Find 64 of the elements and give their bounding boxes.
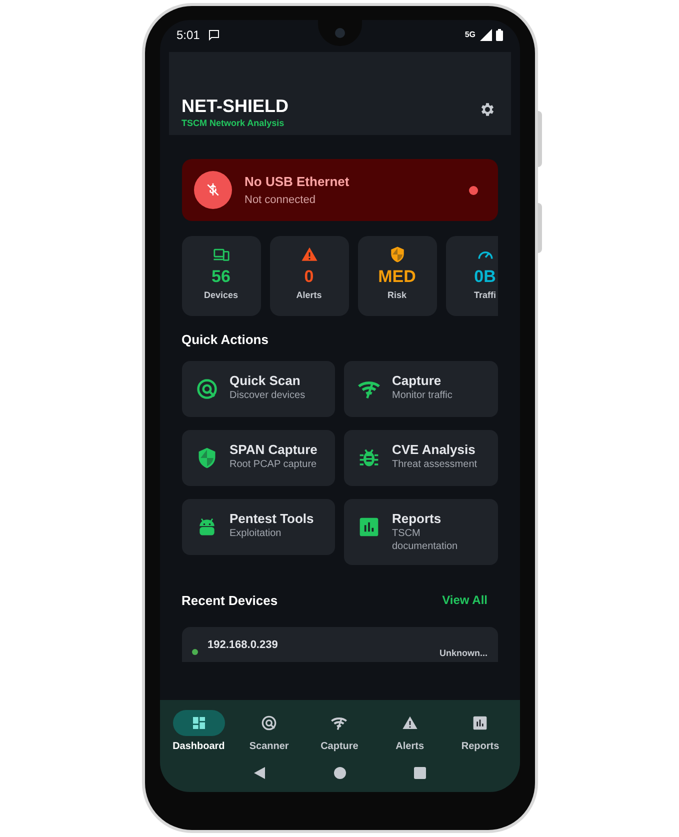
stat-card[interactable]: 0B Traffi (446, 236, 498, 316)
action-title: Reports (392, 510, 442, 526)
nav-tab[interactable]: Scanner (236, 710, 302, 754)
home-button[interactable] (332, 765, 348, 781)
signal-icon (480, 29, 492, 41)
stat-card[interactable]: MED Risk (358, 236, 436, 316)
status-time: 5:01 (176, 27, 200, 44)
connection-title: No USB Ethernet (244, 173, 350, 191)
bar-chart-icon (358, 516, 380, 538)
settings-icon (478, 101, 496, 118)
quick-action-card[interactable]: Pentest Tools Exploitation (182, 498, 335, 554)
back-button[interactable] (252, 765, 268, 781)
stat-label: Traffi (474, 289, 496, 302)
network-type: 5G (464, 29, 476, 41)
app-subtitle: TSCM Network Analysis (182, 116, 286, 130)
action-subtitle: Threat assessment (392, 458, 478, 470)
app-title: NET-SHIELD (182, 94, 289, 116)
device-vendor: Unknown... (440, 647, 488, 660)
connection-status: Not connected (244, 192, 316, 208)
wifi-icon (331, 715, 348, 731)
stat-label: Alerts (296, 289, 322, 302)
stat-card[interactable]: 0 Alerts (270, 236, 348, 316)
device-ip: 192.168.0.239 (208, 638, 278, 653)
stat-value: MED (378, 266, 416, 288)
stat-value: 56 (212, 266, 230, 288)
action-title: Quick Scan (230, 372, 302, 388)
bar-chart-icon (472, 715, 488, 731)
nav-tab[interactable]: Capture (306, 710, 372, 754)
stat-card[interactable]: 56 Devices (182, 236, 260, 316)
notch-drawing (318, 20, 362, 46)
recents-button[interactable] (412, 765, 428, 781)
action-subtitle: Root PCAP capture (230, 458, 318, 470)
device-row[interactable]: 192.168.0.239 Unknown... (182, 627, 498, 662)
section-title: Recent Devices (182, 592, 278, 610)
radar-icon (261, 715, 278, 731)
nav-tab[interactable]: Dashboard (166, 710, 232, 754)
dashboard-icon (190, 715, 207, 731)
message-icon (208, 29, 220, 41)
quick-action-card[interactable]: SPAN Capture Root PCAP capture (182, 430, 335, 486)
usb-off-icon (194, 171, 232, 209)
action-title: CVE Analysis (392, 442, 476, 456)
action-subtitle: TSCM documentation (392, 526, 459, 552)
view-all-link[interactable]: View All (442, 591, 488, 610)
battery-icon (496, 29, 502, 41)
stat-value: 0B (474, 266, 496, 288)
action-title: SPAN Capture (230, 442, 318, 456)
stat-value: 0 (304, 266, 314, 288)
quick-action-card[interactable]: Capture Monitor traffic (344, 360, 498, 416)
quick-action-card[interactable]: CVE Analysis Threat assessment (344, 430, 498, 486)
nav-tab[interactable]: Alerts (376, 710, 443, 754)
nav-tab[interactable]: Reports (447, 710, 514, 754)
action-title: Capture (392, 372, 442, 388)
action-title: Pentest Tools (230, 510, 315, 526)
stat-label: Risk (387, 289, 406, 302)
section-title: Quick Actions (182, 331, 270, 349)
action-subtitle: Exploitation (230, 526, 282, 540)
action-subtitle: Discover devices (230, 388, 306, 402)
bug-icon (358, 446, 380, 468)
radar-icon (196, 378, 218, 400)
action-subtitle: Monitor traffic (392, 388, 454, 402)
stat-label: Devices (204, 289, 238, 302)
quick-action-card[interactable]: Reports TSCM documentation (344, 498, 498, 564)
warning-icon (402, 715, 418, 731)
quick-action-card[interactable]: Quick Scan Discover devices (182, 360, 335, 416)
